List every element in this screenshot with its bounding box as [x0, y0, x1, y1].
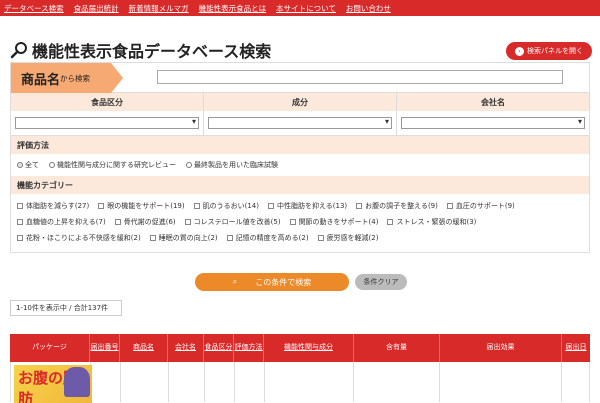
th-ingredient[interactable]: 機能性関与成分	[264, 334, 354, 362]
radio-review[interactable]: 機能性関与成分に関する研究レビュー	[49, 160, 176, 170]
th-evaluation[interactable]: 評価方法	[234, 334, 264, 362]
checkbox-category[interactable]: ストレス・緊張の緩和(3)	[387, 217, 476, 227]
th-company[interactable]: 会社名	[168, 334, 204, 362]
radio-clinical[interactable]: 最終製品を用いた臨床試験	[186, 160, 278, 170]
checkbox-category[interactable]: 肌のうるおい(14)	[193, 201, 259, 211]
th-package: パッケージ	[10, 334, 90, 362]
evaluation-heading: 評価方法	[11, 136, 589, 154]
product-name-input[interactable]	[157, 70, 563, 84]
checkbox-category[interactable]: 疲労感を軽減(2)	[317, 233, 378, 243]
chevron-right-icon: ›	[515, 46, 524, 56]
th-number[interactable]: 届出番号	[90, 334, 120, 362]
category-heading: 機能カテゴリー	[11, 176, 589, 194]
checkbox-category[interactable]: 関節の動きをサポート(4)	[289, 217, 378, 227]
evaluation-options: 全て 機能性関与成分に関する研究レビュー 最終製品を用いた臨床試験	[11, 154, 589, 176]
checkbox-category[interactable]: コレステロール値を改善(5)	[184, 217, 281, 227]
nav-db-search[interactable]: データベース検索	[4, 3, 64, 14]
search-form: 商品名から検索 食品区分 成分 会社名 評価方法 全て 機能性関与成分に関する研…	[10, 62, 590, 253]
food-category-label: 食品区分	[11, 93, 203, 111]
product-name-label: 商品名 から検索	[11, 63, 123, 93]
clear-button[interactable]: 条件クリア	[355, 274, 407, 290]
header: 機能性表示食品データベース検索 › 検索パネルを開く	[0, 16, 600, 61]
top-nav: データベース検索 食品届出統計 新着情報メルマガ 機能性表示食品とは 本サイトに…	[0, 0, 600, 16]
checkbox-category[interactable]: 血圧のサポート(9)	[446, 201, 515, 211]
nav-statistics[interactable]: 食品届出統計	[74, 3, 119, 14]
checkbox-category[interactable]: 骨代謝の促進(6)	[114, 217, 176, 227]
checkbox-category[interactable]: 花粉・ほこりによる不快感を緩和(2)	[17, 233, 141, 243]
nav-about-site[interactable]: 本サイトについて	[276, 3, 336, 14]
search-icon: ⌕	[232, 277, 238, 286]
nav-newsletter[interactable]: 新着情報メルマガ	[129, 3, 189, 14]
search-icon	[10, 42, 27, 59]
search-button[interactable]: ⌕ この条件で検索	[195, 273, 349, 291]
ingredient-select[interactable]	[208, 117, 392, 129]
food-category-select[interactable]	[15, 117, 199, 129]
checkbox-category[interactable]: お腹の調子を整える(9)	[356, 201, 438, 211]
th-food-category[interactable]: 食品区分	[204, 334, 234, 362]
checkbox-category[interactable]: 記憶の精度を高める(2)	[226, 233, 309, 243]
checkbox-category[interactable]: 眼の機能をサポート(19)	[98, 201, 185, 211]
th-effect: 届出効果	[440, 334, 562, 362]
company-select[interactable]	[401, 117, 585, 129]
form-actions: ⌕ この条件で検索 条件クリア	[195, 273, 407, 291]
page-title: 機能性表示食品データベース検索	[32, 42, 272, 61]
open-search-panel-button[interactable]: › 検索パネルを開く	[506, 42, 592, 60]
checkbox-category[interactable]: 睡眠の質の向上(2)	[149, 233, 218, 243]
th-content: 含有量	[354, 334, 440, 362]
package-image: お腹の脂肪	[14, 365, 92, 403]
th-product[interactable]: 商品名	[120, 334, 168, 362]
th-date[interactable]: 届出日	[562, 334, 590, 362]
result-count: 1-10件を表示中 / 合計137件	[10, 300, 122, 316]
ingredient-label: 成分	[204, 93, 396, 111]
checkbox-category[interactable]: 中性脂肪を抑える(13)	[267, 201, 347, 211]
company-label: 会社名	[397, 93, 589, 111]
category-checkboxes: 体脂肪を減らす(27) 眼の機能をサポート(19) 肌のうるおい(14) 中性脂…	[11, 194, 589, 252]
checkbox-category[interactable]: 体脂肪を減らす(27)	[17, 201, 89, 211]
radio-all[interactable]: 全て	[17, 160, 39, 170]
results-table-header: パッケージ 届出番号 商品名 会社名 食品区分 評価方法 機能性関与成分 含有量…	[10, 334, 590, 362]
checkbox-category[interactable]: 血糖値の上昇を抑える(7)	[17, 217, 106, 227]
table-row[interactable]: お腹の脂肪	[10, 362, 590, 403]
nav-about-foods[interactable]: 機能性表示食品とは	[199, 3, 267, 14]
nav-contact[interactable]: お問い合わせ	[346, 3, 391, 14]
